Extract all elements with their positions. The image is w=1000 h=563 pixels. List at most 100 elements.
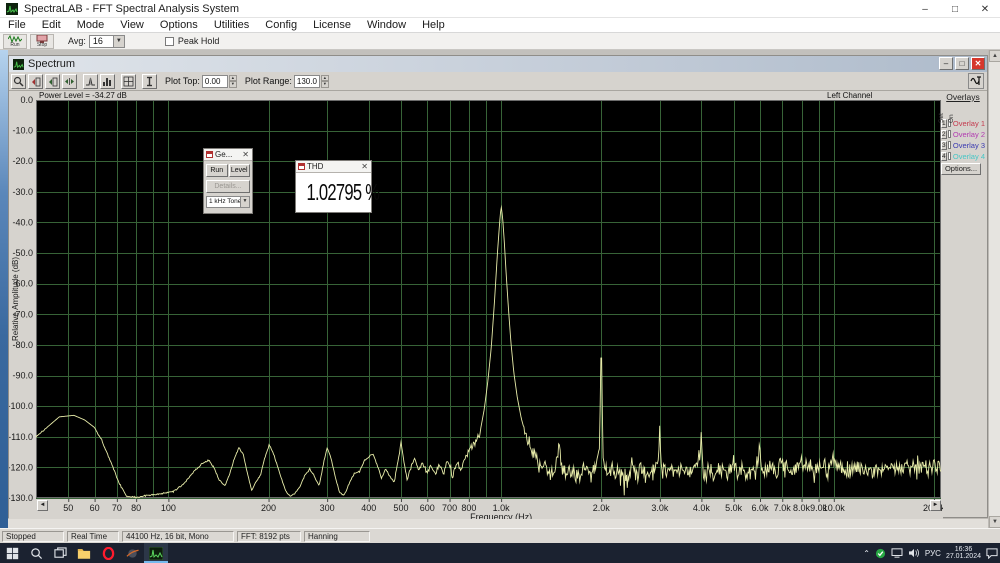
status-bar: StoppedReal Time44100 Hz, 16 bit, MonoFF… — [0, 528, 1000, 543]
file-explorer-button[interactable] — [72, 543, 96, 563]
run-button[interactable]: Run — [3, 34, 27, 49]
overlays-options-button[interactable]: Options... — [941, 163, 981, 175]
grid-options-button[interactable] — [121, 74, 136, 89]
opera-browser-button[interactable] — [96, 543, 120, 563]
menu-item-config[interactable]: Config — [257, 18, 305, 33]
overlay-row: 4Overlay 4 — [941, 151, 985, 161]
zoom-in-icon — [30, 76, 41, 87]
mdi-horizontal-scrollbar[interactable] — [8, 518, 988, 528]
menu-item-file[interactable]: File — [0, 18, 34, 33]
overlay-set-button[interactable]: 2 — [941, 130, 947, 139]
menu-item-license[interactable]: License — [305, 18, 359, 33]
spin-down-icon[interactable]: ▼ — [321, 81, 329, 88]
zoom-max-icon — [64, 76, 75, 87]
overlay-set-button[interactable]: 3 — [941, 141, 947, 150]
overlays-on-column-header: On — [948, 114, 955, 123]
menu-item-mode[interactable]: Mode — [69, 18, 113, 33]
start-button[interactable] — [0, 543, 24, 563]
combo-arrow-icon[interactable]: ▼ — [113, 36, 124, 47]
scroll-up-icon[interactable]: ▲ — [989, 50, 1000, 62]
generator-run-button[interactable]: Run — [206, 164, 228, 177]
bar-display-button[interactable] — [100, 74, 115, 89]
mdi-left-strip — [0, 50, 8, 528]
spectralab-taskbar-button[interactable] — [144, 543, 168, 563]
overlays-set-column-header: Set — [938, 113, 945, 123]
spectrum-close-button[interactable]: ✕ — [971, 57, 985, 70]
tray-time: 16:36 — [946, 546, 981, 553]
maximize-button[interactable]: □ — [940, 0, 970, 18]
overlay-checkbox[interactable] — [948, 141, 951, 149]
power-level-readout: Power Level = -34.27 dB — [39, 91, 127, 100]
generator-tone-combo[interactable]: 1 kHz Tone ▼ — [206, 196, 250, 208]
stop-button[interactable]: Stop — [30, 34, 54, 49]
dialog-icon — [206, 151, 213, 158]
generator-close-icon[interactable]: ✕ — [242, 150, 249, 159]
thd-value-readout: 1.02795 % — [307, 179, 361, 206]
close-button[interactable]: ✕ — [970, 0, 1000, 18]
spectrum-minimize-button[interactable]: – — [939, 57, 953, 70]
spectrum-plot-canvas[interactable] — [9, 91, 943, 519]
plot-top-input[interactable]: 0.00 — [202, 75, 228, 88]
minimize-button[interactable]: – — [910, 0, 940, 18]
avg-combo[interactable]: 16 ▼ — [89, 35, 125, 48]
overlay-checkbox[interactable] — [948, 130, 951, 138]
overlay-label: Overlay 1 — [953, 119, 985, 128]
status-cell: 44100 Hz, 16 bit, Mono — [122, 531, 234, 542]
peak-hold-checkbox[interactable] — [165, 37, 174, 46]
generator-level-button[interactable]: Level — [229, 164, 251, 177]
window-title: SpectraLAB - FFT Spectral Analysis Syste… — [24, 3, 239, 15]
spectrum-title: Spectrum — [28, 58, 75, 70]
overlays-rows: 1Overlay 12Overlay 23Overlay 34Overlay 4 — [941, 118, 985, 161]
pan-right-button[interactable]: ► — [930, 500, 941, 511]
spectrum-maximize-button[interactable]: □ — [955, 57, 969, 70]
pan-left-button[interactable]: ◄ — [37, 500, 48, 511]
notification-center-icon[interactable] — [986, 548, 998, 559]
tray-clock[interactable]: 16:36 27.01.2024 — [946, 546, 981, 560]
combo-arrow-icon[interactable]: ▼ — [240, 197, 249, 207]
generator-dialog: Ge... ✕ Run Level Details... 1 kHz Tone … — [203, 148, 253, 214]
menu-item-options[interactable]: Options — [152, 18, 206, 33]
thd-dialog: THD ✕ 1.02795 % — [295, 160, 372, 213]
menu-item-view[interactable]: View — [112, 18, 152, 33]
mdi-vertical-scrollbar[interactable]: ▲ ▼ — [988, 50, 1000, 528]
spectrum-titlebar[interactable]: Spectrum – □ ✕ — [9, 56, 987, 72]
amplitude-time-button[interactable] — [968, 73, 984, 89]
peak-cursor-button[interactable] — [83, 74, 98, 89]
antivirus-tray-icon[interactable] — [875, 548, 886, 559]
taskbar-search-button[interactable] — [24, 543, 48, 563]
zoom-out-2x-button[interactable] — [45, 74, 60, 89]
thd-dialog-titlebar[interactable]: THD ✕ — [296, 161, 371, 173]
folder-icon — [77, 547, 91, 559]
status-cell: Real Time — [67, 531, 119, 542]
plot-range-input[interactable]: 130.0 — [294, 75, 320, 88]
menu-item-utilities[interactable]: Utilities — [206, 18, 257, 33]
zoom-in-2x-button[interactable] — [28, 74, 43, 89]
volume-tray-icon[interactable] — [908, 548, 920, 558]
overlay-checkbox[interactable] — [948, 152, 951, 160]
menu-item-edit[interactable]: Edit — [34, 18, 69, 33]
ibeam-icon — [144, 76, 155, 87]
menu-item-window[interactable]: Window — [359, 18, 414, 33]
overlay-set-button[interactable]: 4 — [941, 152, 947, 161]
peak-hold-label: Peak Hold — [178, 36, 220, 46]
network-tray-icon[interactable] — [891, 548, 903, 558]
media-app-button[interactable] — [120, 543, 144, 563]
plot-range-spinner[interactable]: ▲ ▼ — [321, 75, 329, 88]
tray-chevron-icon[interactable]: ⌃ — [863, 549, 870, 558]
generator-details-button[interactable]: Details... — [206, 180, 250, 193]
plot-top-spinner[interactable]: ▲ ▼ — [229, 75, 237, 88]
avg-value: 16 — [93, 36, 103, 46]
generator-dialog-titlebar[interactable]: Ge... ✕ — [204, 149, 252, 161]
scroll-down-icon[interactable]: ▼ — [989, 516, 1000, 528]
zoom-tool-button[interactable] — [11, 74, 26, 89]
main-toolbar: Run Stop Avg: 16 ▼ Peak Hold — [0, 33, 1000, 50]
spectralab-icon — [149, 547, 163, 560]
menu-item-help[interactable]: Help — [414, 18, 453, 33]
opera-icon — [102, 547, 115, 560]
marker-tool-button[interactable] — [142, 74, 157, 89]
task-view-button[interactable] — [48, 543, 72, 563]
zoom-out-max-button[interactable] — [62, 74, 77, 89]
language-indicator[interactable]: РУС — [925, 549, 941, 558]
thd-close-icon[interactable]: ✕ — [361, 162, 368, 171]
spin-down-icon[interactable]: ▼ — [229, 81, 237, 88]
